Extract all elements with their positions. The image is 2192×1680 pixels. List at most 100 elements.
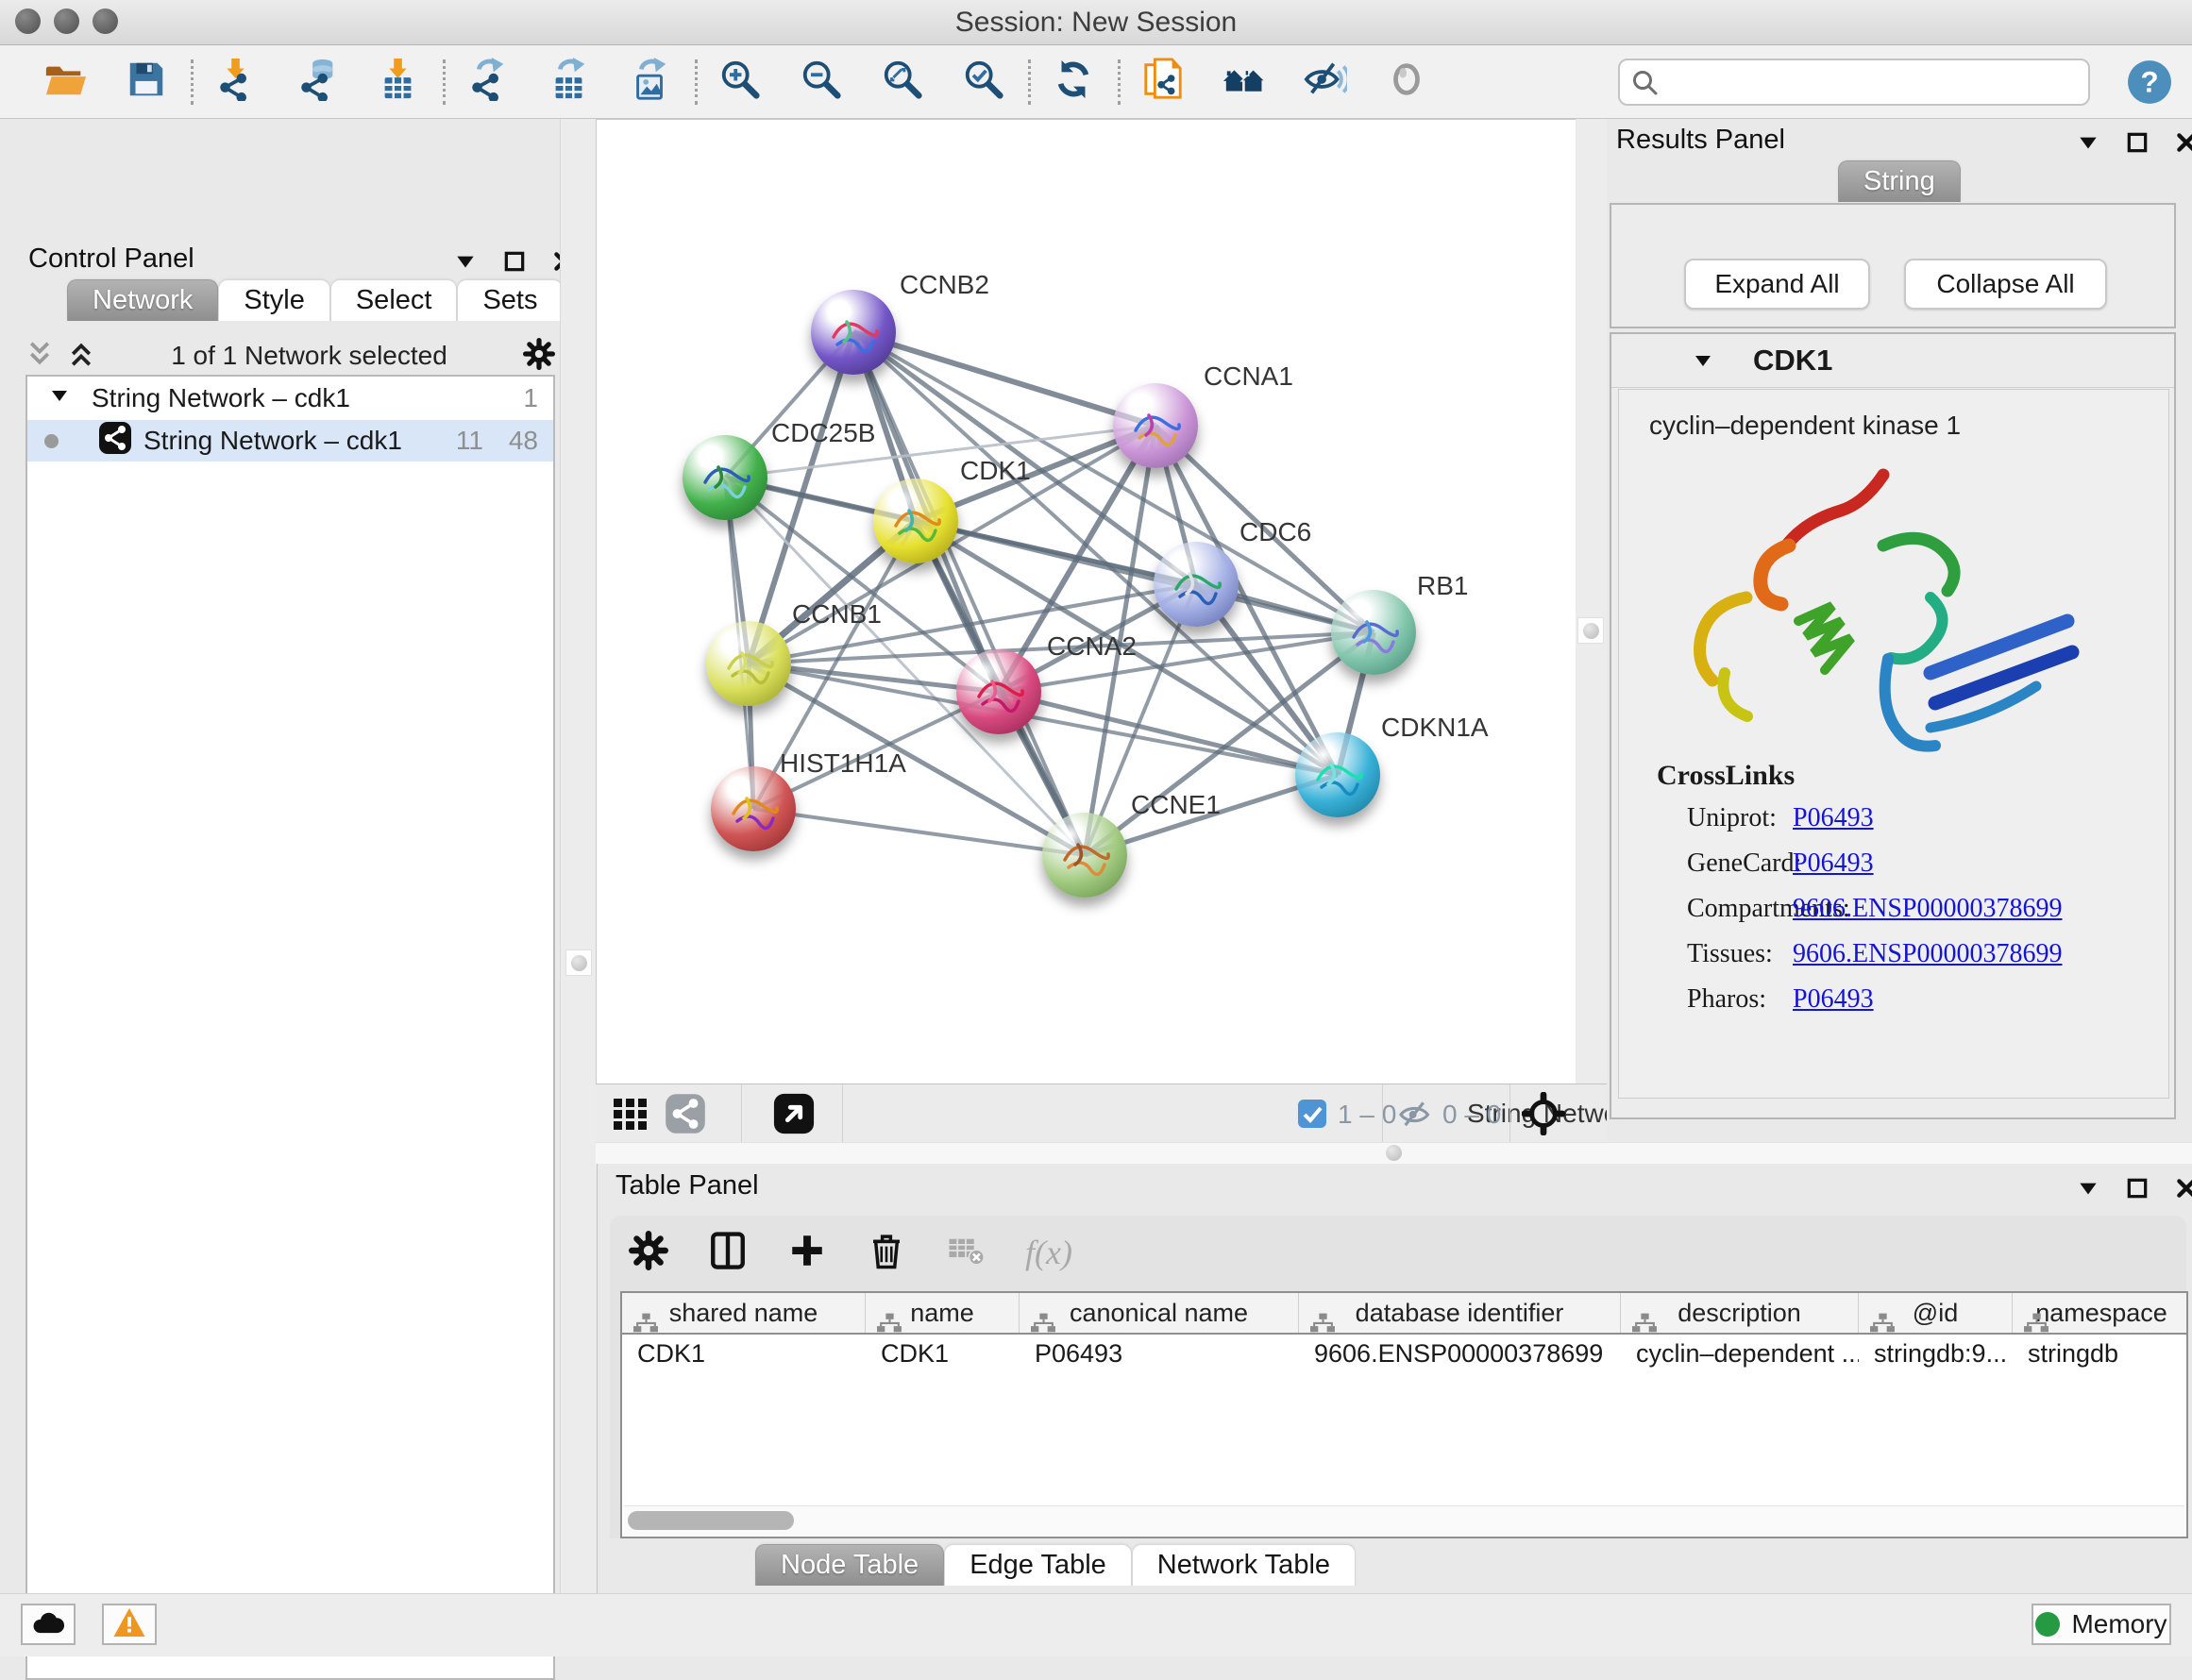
tab-string[interactable]: String xyxy=(1838,160,1961,202)
float-panel-icon[interactable] xyxy=(2125,1176,2150,1205)
import-network-database-button[interactable] xyxy=(294,59,341,106)
network-view-canvas[interactable]: CCNB2 CCNA1 CDC25B CDK1 CDC6 RB1 xyxy=(596,119,1576,1084)
export-image-button[interactable] xyxy=(627,59,674,106)
open-session-button[interactable] xyxy=(42,59,89,106)
column-header-canonical-name[interactable]: canonical name xyxy=(1020,1293,1299,1333)
collapse-all-button[interactable]: Collapse All xyxy=(1904,259,2107,310)
network-node-ccne1[interactable] xyxy=(1042,813,1127,898)
network-node-ccnb1[interactable] xyxy=(706,621,791,706)
delete-column-trash-icon[interactable] xyxy=(867,1231,906,1275)
cell-namespace[interactable]: stringdb xyxy=(2013,1333,2188,1374)
save-session-button[interactable] xyxy=(123,59,170,106)
string-document-button[interactable] xyxy=(1139,59,1187,106)
home-button[interactable] xyxy=(1221,59,1268,106)
collapse-panel-icon[interactable] xyxy=(453,249,478,278)
network-node-ccna2[interactable] xyxy=(956,649,1041,734)
fit-selected-crosshair-icon[interactable] xyxy=(1522,1092,1565,1140)
network-collection-row[interactable]: String Network – cdk1 1 xyxy=(27,377,553,420)
network-node-hist1h1a[interactable] xyxy=(711,766,796,851)
selected-checkbox-icon[interactable] xyxy=(1297,1099,1327,1134)
horizontal-splitter-handle[interactable] xyxy=(1381,1140,1406,1165)
tab-sets[interactable]: Sets xyxy=(457,279,563,321)
collapse-panel-icon[interactable] xyxy=(2076,1176,2100,1205)
birds-eye-view-icon[interactable] xyxy=(772,1092,816,1140)
close-panel-icon[interactable] xyxy=(2174,1176,2192,1205)
close-panel-icon[interactable] xyxy=(2174,130,2192,160)
right-splitter-handle[interactable] xyxy=(1577,617,1604,644)
expand-all-button[interactable]: Expand All xyxy=(1684,259,1870,310)
tab-network[interactable]: Network xyxy=(67,279,218,321)
node-table: shared namenamecanonical namedatabase id… xyxy=(620,1291,2188,1538)
collapse-panel-icon[interactable] xyxy=(2076,130,2100,160)
warning-status-button[interactable] xyxy=(102,1604,157,1645)
scrollbar-thumb[interactable] xyxy=(628,1511,794,1530)
cell-name[interactable]: CDK1 xyxy=(866,1333,1020,1374)
left-vertical-splitter[interactable] xyxy=(560,119,598,1593)
disclosure-triangle-icon[interactable] xyxy=(48,383,71,413)
gene-disclosure-triangle-icon[interactable] xyxy=(1692,349,1714,377)
network-node-ccna1[interactable] xyxy=(1113,383,1198,468)
export-network-button[interactable] xyxy=(464,59,512,106)
column-header-@id[interactable]: @id xyxy=(1859,1293,2013,1333)
tab-select[interactable]: Select xyxy=(330,279,458,321)
column-header-name[interactable]: name xyxy=(866,1293,1020,1333)
right-vertical-splitter[interactable] xyxy=(1575,119,1610,1142)
create-column-icon[interactable] xyxy=(787,1231,827,1275)
tab-style[interactable]: Style xyxy=(218,279,329,321)
crosslink-link[interactable]: P06493 xyxy=(1793,803,1874,833)
column-header-shared-name[interactable]: shared name xyxy=(622,1293,866,1333)
zoom-in-button[interactable] xyxy=(717,59,764,106)
refresh-button[interactable] xyxy=(1050,59,1097,106)
inactive-eye-button[interactable] xyxy=(1383,59,1430,106)
collapse-all-networks-icon[interactable] xyxy=(25,340,54,373)
network-node-cdk1[interactable] xyxy=(873,479,958,563)
cell-shared-name[interactable]: CDK1 xyxy=(622,1333,866,1374)
import-network-file-button[interactable] xyxy=(212,59,260,106)
zoom-selected-button[interactable] xyxy=(960,59,1007,106)
network-node-cdc6[interactable] xyxy=(1154,542,1239,627)
network-node-rb1[interactable] xyxy=(1331,590,1416,675)
crosslink-link[interactable]: 9606.ENSP00000378699 xyxy=(1793,894,2062,924)
show-columns-icon[interactable] xyxy=(708,1231,748,1275)
search-input[interactable] xyxy=(1618,59,2090,106)
import-table-button[interactable] xyxy=(375,59,422,106)
table-options-gear-icon[interactable] xyxy=(629,1231,668,1275)
expand-all-networks-icon[interactable] xyxy=(67,340,95,373)
crosslink-link[interactable]: P06493 xyxy=(1793,848,1874,879)
tab-edge-table[interactable]: Edge Table xyxy=(944,1544,1132,1586)
hide-glyphs-button[interactable] xyxy=(1302,59,1349,106)
table-row[interactable]: CDK1CDK1P064939606.ENSP00000378699cyclin… xyxy=(622,1333,2186,1374)
tab-network-table[interactable]: Network Table xyxy=(1132,1544,1356,1586)
cell-database-identifier[interactable]: 9606.ENSP00000378699 xyxy=(1299,1333,1621,1374)
grid-view-icon[interactable] xyxy=(612,1095,649,1137)
column-header-namespace[interactable]: namespace xyxy=(2013,1293,2188,1333)
network-node-ccnb2[interactable] xyxy=(811,290,896,375)
tab-node-table[interactable]: Node Table xyxy=(755,1544,944,1586)
export-table-button[interactable] xyxy=(546,59,593,106)
float-panel-icon[interactable] xyxy=(502,249,527,278)
cell-@id[interactable]: stringdb:9... xyxy=(1859,1333,2013,1374)
cell-canonical-name[interactable]: P06493 xyxy=(1020,1333,1299,1374)
crosslink-link[interactable]: P06493 xyxy=(1793,984,1874,1015)
cell-description[interactable]: cyclin–dependent ... xyxy=(1621,1333,1859,1374)
network-options-gear-icon[interactable] xyxy=(523,338,555,375)
network-node-cdkn1a[interactable] xyxy=(1295,732,1380,817)
help-button[interactable]: ? xyxy=(2126,59,2173,106)
table-horizontal-scrollbar[interactable] xyxy=(624,1505,2184,1535)
crosslink-link[interactable]: 9606.ENSP00000378699 xyxy=(1793,939,2062,969)
float-panel-icon[interactable] xyxy=(2125,130,2150,160)
zoom-fit-button[interactable] xyxy=(879,59,926,106)
cloud-status-button[interactable] xyxy=(21,1604,76,1645)
network-node-cdc25b[interactable] xyxy=(683,435,767,520)
left-splitter-handle[interactable] xyxy=(565,949,592,976)
node-label-cdk1: CDK1 xyxy=(960,456,1031,486)
column-header-description[interactable]: description xyxy=(1621,1293,1859,1333)
gene-header-row[interactable]: CDK1 xyxy=(1611,334,2174,388)
network-row-selected[interactable]: String Network – cdk1 11 48 xyxy=(27,420,553,462)
memory-button[interactable]: Memory xyxy=(2032,1604,2171,1645)
node-label-ccne1: CCNE1 xyxy=(1131,790,1221,820)
network-share-view-icon[interactable] xyxy=(665,1093,706,1139)
horizontal-splitter[interactable] xyxy=(596,1142,2192,1164)
column-header-database-identifier[interactable]: database identifier xyxy=(1299,1293,1621,1333)
zoom-out-button[interactable] xyxy=(798,59,845,106)
